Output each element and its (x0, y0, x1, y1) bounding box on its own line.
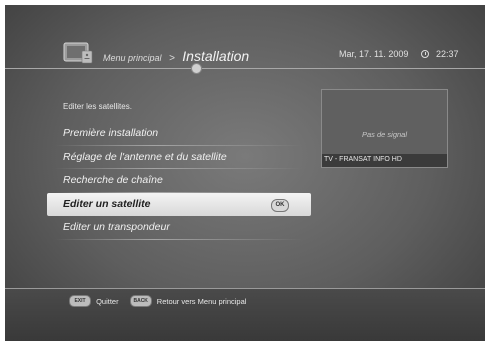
menu-item-first-installation[interactable]: Première installation (47, 122, 311, 146)
menu-description: Editer les satellites. (63, 102, 132, 111)
time-display: 22:37 (436, 49, 459, 59)
installation-menu: Première installation Réglage de l'anten… (47, 122, 311, 240)
tv-icon (63, 42, 93, 64)
exit-label: Quitter (96, 296, 119, 306)
ok-button-icon: OK (271, 198, 289, 212)
footer-help: EXIT Quitter BACK Retour vers Menu princ… (69, 295, 255, 309)
breadcrumb-parent: Menu principal (103, 53, 162, 63)
header-divider-dot (191, 63, 202, 74)
tv-screen: Menu principal > Installation Mar, 17. 1… (5, 5, 485, 341)
menu-item-edit-transponder[interactable]: Editer un transpondeur (47, 216, 311, 240)
date-display: Mar, 17. 11. 2009 (339, 49, 409, 59)
video-preview: Pas de signal TV - FRANSAT INFO HD (321, 89, 448, 168)
channel-name: TV - FRANSAT INFO HD (324, 156, 402, 163)
breadcrumb: Menu principal > Installation (103, 48, 249, 66)
menu-separator (55, 238, 303, 240)
menu-item-label: Editer un satellite (63, 197, 151, 210)
back-key-icon[interactable]: BACK (129, 295, 152, 307)
page-title: Installation (182, 48, 250, 64)
menu-item-edit-satellite[interactable]: Editer un satellite OK (47, 192, 311, 216)
menu-item-label: Editer un transpondeur (63, 221, 170, 233)
breadcrumb-separator: > (168, 53, 175, 64)
menu-item-label: Réglage de l'antenne et du satellite (63, 150, 227, 163)
channel-info-bar: TV - FRANSAT INFO HD (322, 154, 447, 167)
header-divider (5, 68, 485, 69)
menu-item-antenna-satellite-setup[interactable]: Réglage de l'antenne et du satellite (47, 146, 311, 169)
menu-item-label: Recherche de chaîne (63, 174, 163, 186)
clock-icon (421, 50, 429, 58)
menu-item-channel-search[interactable]: Recherche de chaîne (47, 169, 311, 193)
header: Menu principal > Installation Mar, 17. 1… (5, 5, 485, 74)
menu-item-label: Première installation (63, 127, 159, 139)
no-signal-message: Pas de signal (361, 130, 408, 139)
exit-key-icon[interactable]: EXIT (69, 295, 91, 307)
back-label: Retour vers Menu principal (156, 296, 247, 306)
